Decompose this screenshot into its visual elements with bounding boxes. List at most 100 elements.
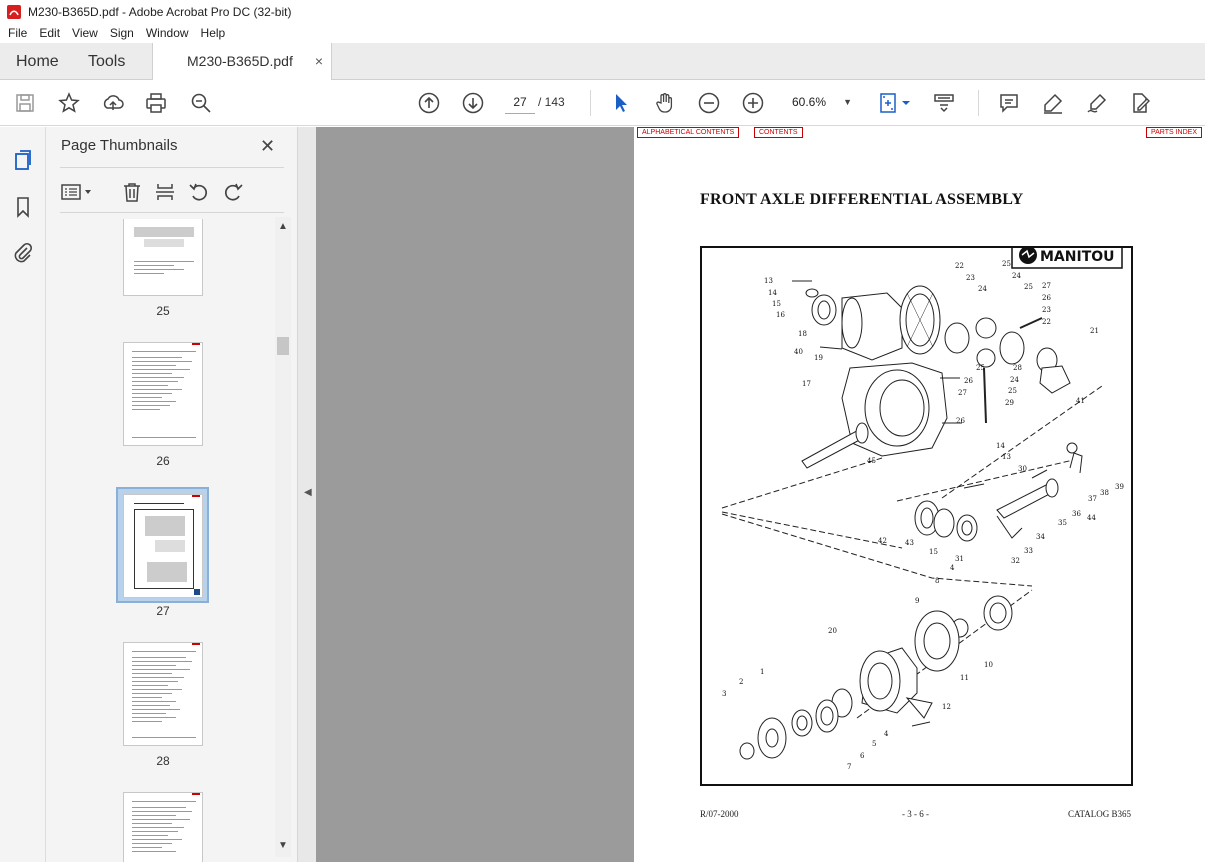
part-callout: 9 <box>915 597 919 605</box>
tab-close-button[interactable]: × <box>315 43 323 80</box>
part-callout: 30 <box>1018 465 1027 473</box>
tab-document-label: M230-B365D.pdf <box>187 53 293 69</box>
bookmark-icon[interactable] <box>11 195 35 219</box>
prev-page-icon[interactable] <box>417 91 441 115</box>
link-contents[interactable]: CONTENTS <box>754 127 803 138</box>
menu-help[interactable]: Help <box>195 26 232 40</box>
menu-edit[interactable]: Edit <box>33 26 66 40</box>
next-page-icon[interactable] <box>461 91 485 115</box>
save-icon[interactable] <box>13 91 37 115</box>
part-callout: 25 <box>976 364 985 372</box>
thumbnail-page[interactable] <box>123 219 203 296</box>
chevron-down-icon[interactable] <box>900 91 912 115</box>
window-title: M230-B365D.pdf - Adobe Acrobat Pro DC (3… <box>28 4 292 19</box>
edit-pdf-icon[interactable] <box>1128 91 1152 115</box>
part-callout: 15 <box>772 300 781 308</box>
document-view[interactable]: ALPHABETICAL CONTENTS CONTENTS PARTS IND… <box>316 127 1205 862</box>
tab-tools[interactable]: Tools <box>88 43 125 80</box>
thumbnail-page[interactable] <box>123 342 203 446</box>
part-callout: 37 <box>1088 495 1097 503</box>
part-callout: 29 <box>1005 399 1014 407</box>
thumbnail-label: 25 <box>156 304 170 318</box>
part-callout: 27 <box>1042 282 1051 290</box>
zoom-search-icon[interactable] <box>189 91 213 115</box>
part-callout: 45 <box>867 457 876 465</box>
panel-divider <box>60 212 284 213</box>
print-icon[interactable] <box>144 91 168 115</box>
part-callout: 10 <box>984 661 993 669</box>
part-callout: 2 <box>739 678 743 686</box>
tab-home[interactable]: Home <box>16 43 59 80</box>
scroll-mode-icon[interactable] <box>932 91 956 115</box>
thumbnail-scrollbar[interactable]: ▲ ▼ <box>275 217 291 857</box>
pdf-page: ALPHABETICAL CONTENTS CONTENTS PARTS IND… <box>634 127 1205 862</box>
part-callout: 26 <box>956 417 965 425</box>
menu-view[interactable]: View <box>66 26 104 40</box>
hand-icon[interactable] <box>653 91 677 115</box>
thumbnail-label: 26 <box>156 454 170 468</box>
scroll-thumb[interactable] <box>277 337 289 355</box>
scroll-up-icon[interactable]: ▲ <box>278 221 288 232</box>
part-callout: 24 <box>1010 376 1019 384</box>
sign-icon[interactable] <box>1085 91 1109 115</box>
thumbnail-page[interactable] <box>123 792 203 862</box>
zoom-in-icon[interactable] <box>741 91 765 115</box>
tab-document[interactable]: M230-B365D.pdf × <box>152 43 332 81</box>
upload-icon[interactable] <box>101 91 125 115</box>
collapse-panel-icon[interactable]: ◀ <box>304 487 312 498</box>
tab-bar: Home Tools M230-B365D.pdf × <box>0 43 1205 81</box>
thumbnail-list: 25 26 27 28 <box>46 219 282 862</box>
options-menu-icon[interactable] <box>60 181 94 203</box>
bookmark-star-icon[interactable] <box>57 91 81 115</box>
part-callout: 14 <box>768 289 777 297</box>
comment-icon[interactable] <box>997 91 1021 115</box>
part-callout: 13 <box>1002 453 1011 461</box>
part-callout: 40 <box>794 348 803 356</box>
part-callout: 8 <box>935 577 939 585</box>
part-callout: 23 <box>966 274 975 282</box>
panel-splitter[interactable]: ◀ <box>297 127 316 862</box>
rotate-ccw-icon[interactable] <box>188 181 210 203</box>
page-number-input[interactable]: 27 <box>505 90 535 114</box>
select-cursor-icon[interactable] <box>609 91 633 115</box>
part-callout: 22 <box>955 262 964 270</box>
extract-pages-icon[interactable] <box>154 181 176 203</box>
menu-file[interactable]: File <box>2 26 33 40</box>
thumbnail-page[interactable] <box>123 642 203 746</box>
part-callout: 20 <box>828 627 837 635</box>
title-bar: M230-B365D.pdf - Adobe Acrobat Pro DC (3… <box>0 0 1205 23</box>
part-callout: 38 <box>1100 489 1109 497</box>
menu-window[interactable]: Window <box>140 26 195 40</box>
footer-date: R/07-2000 <box>700 809 739 819</box>
part-callout: 5 <box>872 740 876 748</box>
part-callout: 25 <box>1002 260 1011 268</box>
trash-icon[interactable] <box>121 181 143 203</box>
zoom-select[interactable]: 60.6% ▼ <box>784 90 856 114</box>
manitou-logo: MANITOU <box>1011 241 1123 269</box>
thumbnail-label: 27 <box>156 604 170 618</box>
close-icon[interactable]: ✕ <box>260 136 275 157</box>
page-fit-icon[interactable] <box>876 91 900 115</box>
part-callout: 27 <box>958 389 967 397</box>
part-callout: 25 <box>1008 387 1017 395</box>
part-callout: 43 <box>905 539 914 547</box>
part-callout: 42 <box>878 537 887 545</box>
part-callout: 4 <box>884 730 889 738</box>
chevron-down-icon: ▼ <box>843 97 852 107</box>
menu-sign[interactable]: Sign <box>104 26 140 40</box>
page-thumbnails-icon[interactable] <box>11 148 35 172</box>
zoom-out-icon[interactable] <box>697 91 721 115</box>
part-callout: 44 <box>1087 514 1096 522</box>
attachment-icon[interactable] <box>11 241 35 265</box>
rotate-cw-icon[interactable] <box>222 181 244 203</box>
part-callout: 21 <box>1090 327 1099 335</box>
highlight-icon[interactable] <box>1041 91 1065 115</box>
thumbnail-page-current[interactable] <box>123 494 203 598</box>
part-callout: 19 <box>814 354 823 362</box>
part-callout: 34 <box>1036 533 1045 541</box>
link-parts-index[interactable]: PARTS INDEX <box>1145 127 1202 138</box>
link-alphabetical-contents[interactable]: ALPHABETICAL CONTENTS <box>637 127 740 138</box>
scroll-down-icon[interactable]: ▼ <box>278 840 288 851</box>
page-title: FRONT AXLE DIFFERENTIAL ASSEMBLY <box>700 191 1024 208</box>
part-callout: 17 <box>802 380 811 388</box>
